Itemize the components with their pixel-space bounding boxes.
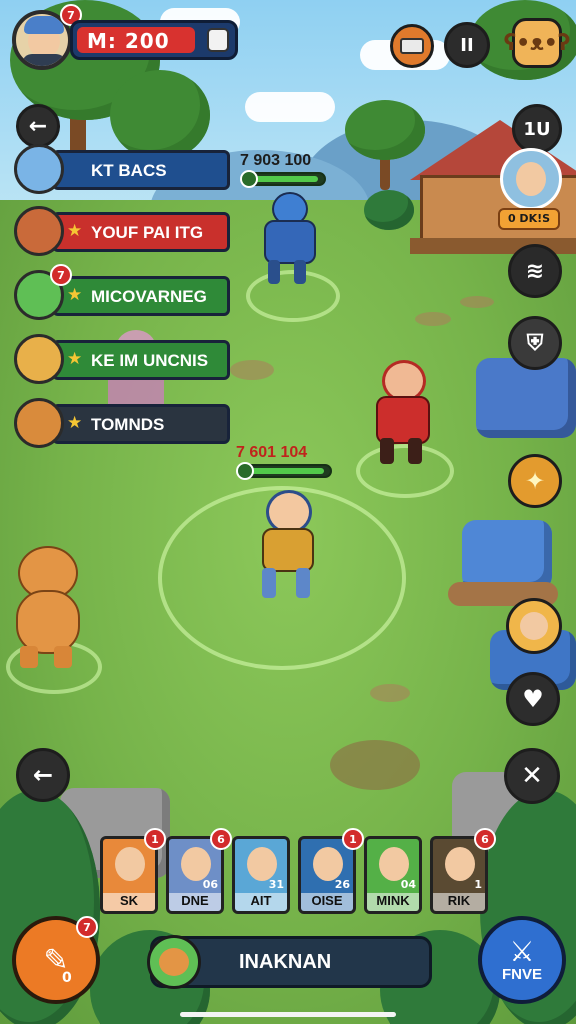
unit-card-badge: 6	[474, 828, 496, 850]
roster-item-micovarneg[interactable]: ★ MICOVARNEG 7	[14, 264, 230, 320]
edit-action-badge: 7	[76, 916, 98, 938]
fox-avatar	[14, 144, 64, 194]
home-indicator	[180, 1012, 396, 1017]
unit-portrait	[181, 847, 211, 881]
dirt-patch	[230, 360, 274, 380]
currency-bar[interactable]: M: 200	[70, 20, 238, 60]
cloud	[245, 92, 335, 122]
roster-label: TOMNDS	[91, 415, 165, 434]
unit-card-count: 04	[400, 878, 416, 891]
enemy-health-fill	[250, 176, 319, 182]
star-icon: ★	[67, 285, 83, 305]
unit-portrait	[313, 847, 343, 881]
pause-button[interactable]: II	[444, 22, 490, 68]
enemy-robot[interactable]	[248, 190, 328, 290]
player-hero[interactable]	[248, 486, 328, 602]
dirt-hole	[330, 740, 420, 790]
health-icon	[240, 170, 258, 188]
unit-card-badge: 6	[210, 828, 232, 850]
roster-bar: ★ TOMNDS	[52, 404, 230, 444]
enemy-health: 7 903 100	[240, 152, 330, 192]
currency-add-button[interactable]	[207, 28, 229, 52]
dirt-patch	[460, 296, 494, 308]
dirt-patch	[370, 684, 410, 702]
roster-label: YOUF PAI ITG	[91, 223, 204, 242]
unit-card-badge: 1	[342, 828, 364, 850]
back-arrow-icon[interactable]: ←	[16, 104, 60, 148]
left-arrow-icon[interactable]: ←	[16, 748, 70, 802]
edit-action-count: 0	[62, 970, 72, 986]
roster-bar: ★ KE IM UNCNIS	[52, 340, 230, 380]
bear-avatar	[14, 398, 64, 448]
mail-icon[interactable]	[390, 24, 434, 68]
unit-portrait	[115, 847, 145, 881]
roster-bar: ★ MICOVARNEG	[52, 276, 230, 316]
hero-avatar	[14, 206, 64, 256]
npc-label: 0 DK!S	[498, 208, 560, 230]
unit-portrait	[445, 847, 475, 881]
pause-icon: II	[460, 34, 474, 56]
player-health: 7 601 104	[236, 444, 336, 484]
star-ability-icon[interactable]: ✦	[508, 454, 562, 508]
worker-avatar[interactable]	[506, 598, 562, 654]
currency-label: M: 200	[87, 29, 170, 53]
level-label: 1U	[523, 118, 551, 140]
bush	[364, 190, 414, 230]
player-health-fill	[246, 468, 324, 474]
npc-avatar[interactable]	[500, 148, 562, 210]
health-icon	[236, 462, 254, 480]
fight-action-label: FNVE	[501, 965, 542, 983]
roster-bar: KT BACS	[52, 150, 230, 190]
dirt-patch	[415, 312, 451, 326]
star-icon: ★	[67, 221, 83, 241]
swords-icon: ⚔	[509, 934, 535, 968]
unit-card[interactable]: 31 AIT	[232, 836, 290, 914]
unit-card-label: MINK	[367, 893, 419, 911]
unit-portrait	[379, 847, 409, 881]
unit-card-label: RIK	[433, 893, 485, 911]
blue-truck[interactable]	[476, 358, 576, 438]
roster-label: KT BACS	[91, 161, 167, 180]
bottom-status-label: INAKNAN	[239, 951, 332, 973]
unit-card-count: 26	[334, 878, 350, 891]
signal-icon[interactable]: ≋	[508, 244, 562, 298]
fight-action-button[interactable]: ⚔ FNVE	[478, 916, 566, 1004]
bear-avatar	[147, 935, 201, 989]
unit-portrait	[247, 847, 277, 881]
unit-card-count: 06	[202, 878, 218, 891]
close-icon[interactable]: ✕	[504, 748, 560, 804]
bottom-status-bar[interactable]: INAKNAN	[147, 935, 432, 989]
unit-card-label: AIT	[235, 893, 287, 911]
roster-item-ke-im-uncnis[interactable]: ★ KE IM UNCNIS	[14, 334, 230, 384]
roster-item-kt-bacs[interactable]: KT BACS	[14, 144, 230, 194]
level-button[interactable]: 1U	[512, 104, 562, 154]
unit-card[interactable]: 04 MINK	[364, 836, 422, 914]
red-fighter[interactable]	[358, 360, 444, 470]
unit-card-label: DNE	[169, 893, 221, 911]
unit-card-count: 31	[268, 878, 284, 891]
star-icon: ★	[67, 349, 83, 369]
player-health-value: 7 601 104	[236, 444, 308, 461]
bear-menu-icon[interactable]: ʕ•ᴥ•ʔ	[504, 18, 570, 68]
roster-item-tomnds[interactable]: ★ TOMNDS	[14, 398, 230, 448]
bear-pet[interactable]	[10, 546, 86, 670]
unit-card-label: SK	[103, 893, 155, 911]
roster-badge: 7	[50, 264, 72, 286]
star-icon: ★	[67, 413, 83, 433]
unit-card-badge: 1	[144, 828, 166, 850]
blue-crate[interactable]	[462, 520, 552, 590]
unit-card-label: OISE	[301, 893, 353, 911]
heart-icon[interactable]: ♥	[506, 672, 560, 726]
enemy-health-value: 7 903 100	[240, 152, 312, 169]
roster-label: KE IM UNCNIS	[91, 351, 209, 370]
blonde-avatar	[14, 334, 64, 384]
unit-card-count: 1	[474, 878, 482, 891]
roster-item-youf-pai-itg[interactable]: ★ YOUF PAI ITG	[14, 206, 230, 256]
roster-label: MICOVARNEG	[91, 287, 207, 306]
shield-icon[interactable]: ⛨	[508, 316, 562, 370]
roster-bar: ★ YOUF PAI ITG	[52, 212, 230, 252]
